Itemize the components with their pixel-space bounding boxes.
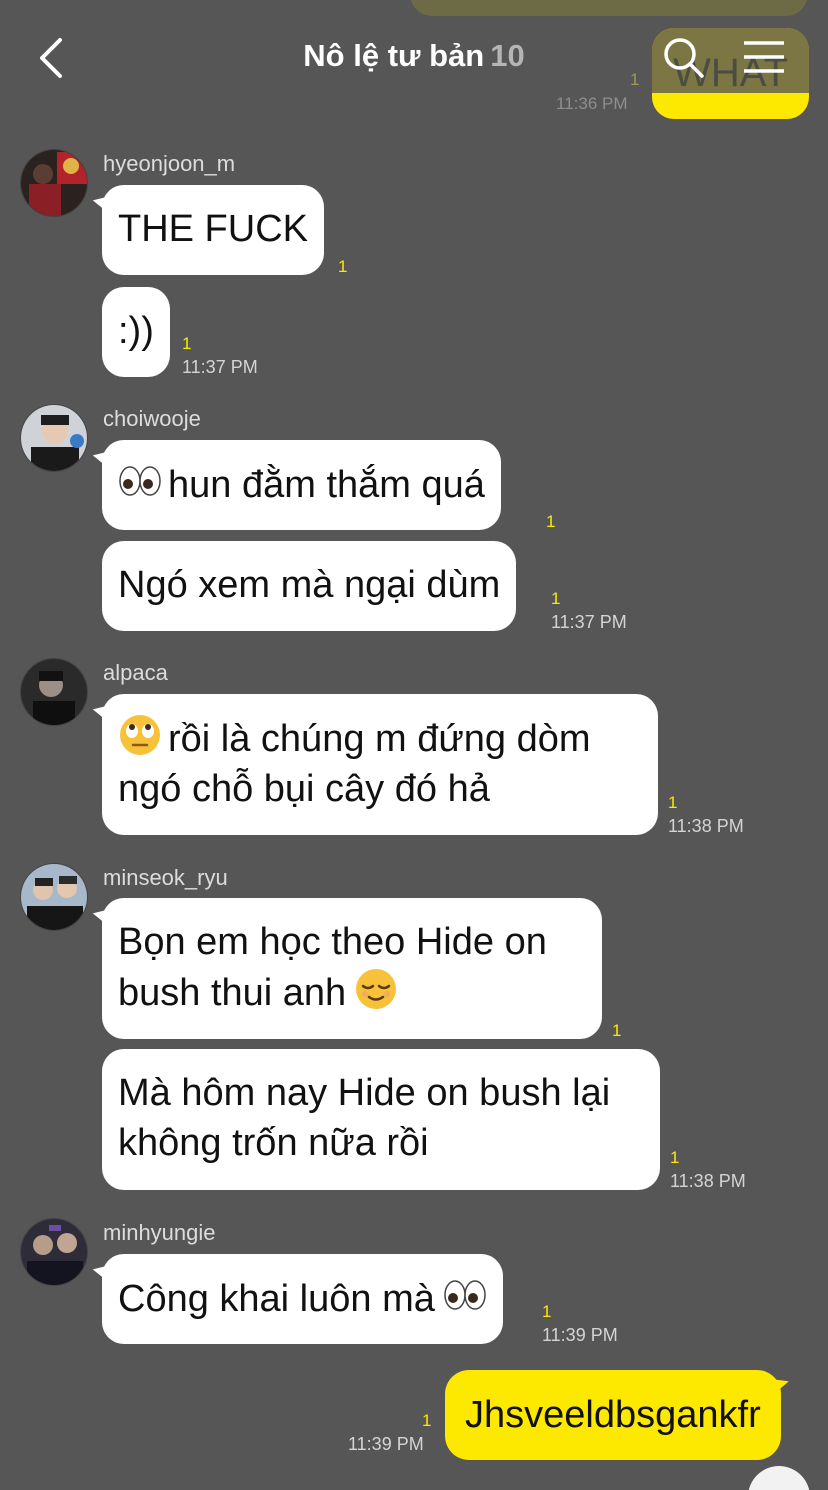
sender-name: minhyungie xyxy=(103,1220,216,1245)
message-text: không trốn nữa rồi xyxy=(118,1122,429,1164)
unread-count: 1 xyxy=(542,1302,552,1321)
timestamp: 11:38 PM xyxy=(668,816,744,836)
message-text: THE FUCK xyxy=(118,208,308,250)
unread-count: 1 xyxy=(670,1148,680,1167)
eyes-emoji-icon xyxy=(444,1280,486,1310)
member-count: 10 xyxy=(490,38,525,73)
my-message-bubble[interactable]: Jhsveeldbsgankfr xyxy=(445,1370,781,1460)
message-bubble[interactable]: Công khai luôn mà xyxy=(102,1254,503,1344)
message-text: Mà hôm nay Hide on bush lại xyxy=(118,1072,611,1114)
avatar-photo xyxy=(21,659,87,725)
message-bubble[interactable]: :)) xyxy=(102,287,170,377)
unread-count: 1 xyxy=(182,334,192,353)
timestamp: 11:39 PM xyxy=(348,1434,424,1454)
sender-name: minseok_ryu xyxy=(103,865,228,890)
chat-name: Nô lệ tư bản xyxy=(303,38,485,73)
unread-count: 1 xyxy=(422,1411,432,1430)
message-line: rồi là chúng m đứng dòm xyxy=(118,713,642,764)
avatar[interactable] xyxy=(20,1218,88,1286)
message-text: :)) xyxy=(118,310,154,352)
timestamp: 11:39 PM xyxy=(542,1325,618,1345)
avatar-photo xyxy=(21,864,87,930)
message-bubble[interactable]: Bọn em học theo Hide on bush thui anh xyxy=(102,898,602,1039)
message-bubble[interactable]: hun đằm thắm quá xyxy=(102,440,501,530)
message-text: rồi là chúng m đứng dòm xyxy=(168,718,591,760)
timestamp: 11:37 PM xyxy=(551,612,627,632)
message-bubble[interactable]: Mà hôm nay Hide on bush lại không trốn n… xyxy=(102,1049,660,1190)
scroll-to-bottom-button[interactable] xyxy=(748,1466,810,1490)
message-line: bush thui anh xyxy=(118,967,586,1018)
message-bubble[interactable]: rồi là chúng m đứng dòm ngó chỗ bụi cây … xyxy=(102,694,658,835)
unread-count: 1 xyxy=(668,793,678,812)
avatar-photo xyxy=(21,405,87,471)
avatar-photo xyxy=(21,150,87,216)
avatar-photo xyxy=(21,1219,87,1285)
message-bubble[interactable]: THE FUCK xyxy=(102,185,324,275)
message-bubble[interactable]: Ngó xem mà ngại dùm xyxy=(102,541,517,631)
timestamp: 11:38 PM xyxy=(670,1171,746,1191)
menu-icon[interactable] xyxy=(742,40,786,74)
unread-count: 1 xyxy=(612,1021,622,1040)
rolling-eyes-emoji-icon xyxy=(120,715,160,755)
message-text: hun đằm thắm quá xyxy=(168,464,485,506)
avatar[interactable] xyxy=(20,658,88,726)
message-text: Jhsveeldbsgankfr xyxy=(465,1394,761,1436)
timestamp: 11:37 PM xyxy=(182,357,258,377)
relieved-emoji-icon xyxy=(356,969,397,1009)
avatar[interactable] xyxy=(20,863,88,931)
message-text: Bọn em học theo Hide on xyxy=(118,921,547,963)
unread-count: 1 xyxy=(546,512,556,531)
message-text: bush thui anh xyxy=(118,972,347,1014)
unread-count: 1 xyxy=(551,589,561,608)
avatar[interactable] xyxy=(20,404,88,472)
eyes-emoji-icon xyxy=(119,466,161,496)
sender-name: alpaca xyxy=(103,660,168,685)
chat-header: Nô lệ tư bản 10 xyxy=(0,0,828,112)
sender-name: choiwooje xyxy=(103,406,201,431)
message-text: Công khai luôn mà xyxy=(118,1278,435,1320)
sender-name: hyeonjoon_m xyxy=(103,151,236,176)
unread-count: 1 xyxy=(338,257,348,276)
avatar[interactable] xyxy=(20,149,88,217)
message-text: Ngó xem mà ngại dùm xyxy=(118,564,501,606)
message-text: ngó chỗ bụi cây đó hả xyxy=(118,768,490,810)
search-icon[interactable] xyxy=(662,36,706,80)
